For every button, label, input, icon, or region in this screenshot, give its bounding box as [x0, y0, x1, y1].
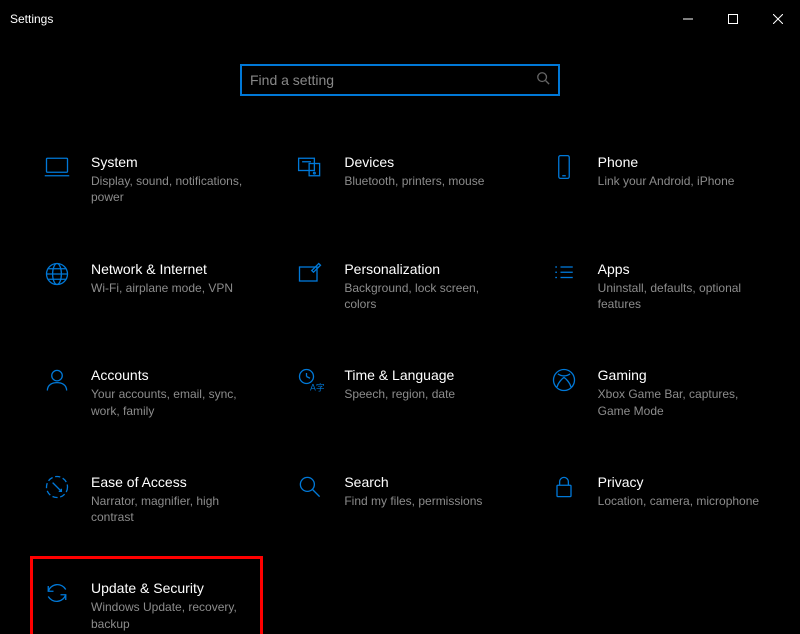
tile-title: Phone	[598, 153, 761, 171]
system-icon	[39, 153, 75, 181]
tile-gaming[interactable]: Gaming Xbox Game Bar, captures, Game Mod…	[537, 359, 770, 426]
search-container	[0, 64, 800, 96]
tile-desc: Location, camera, microphone	[598, 493, 761, 509]
tile-title: Apps	[598, 260, 761, 278]
search-tile-icon	[292, 473, 328, 501]
tile-update-security[interactable]: Update & Security Windows Update, recove…	[30, 556, 263, 634]
tile-desc: Xbox Game Bar, captures, Game Mode	[598, 386, 761, 418]
tile-desc: Narrator, magnifier, high contrast	[91, 493, 254, 525]
tile-desc: Bluetooth, printers, mouse	[344, 173, 507, 189]
tile-title: Accounts	[91, 366, 254, 384]
search-icon	[536, 71, 550, 90]
time-language-icon: A字	[292, 366, 328, 394]
globe-icon	[39, 260, 75, 288]
sync-icon	[39, 579, 75, 607]
tile-title: Search	[344, 473, 507, 491]
tile-title: Personalization	[344, 260, 507, 278]
tile-search[interactable]: Search Find my files, permissions	[283, 466, 516, 533]
tile-title: Network & Internet	[91, 260, 254, 278]
search-input[interactable]	[250, 72, 536, 88]
tile-time-language[interactable]: A字 Time & Language Speech, region, date	[283, 359, 516, 426]
phone-icon	[546, 153, 582, 181]
maximize-button[interactable]	[710, 4, 755, 34]
tile-desc: Link your Android, iPhone	[598, 173, 761, 189]
tile-devices[interactable]: Devices Bluetooth, printers, mouse	[283, 146, 516, 213]
window-title: Settings	[10, 12, 665, 26]
tile-desc: Find my files, permissions	[344, 493, 507, 509]
tile-accounts[interactable]: Accounts Your accounts, email, sync, wor…	[30, 359, 263, 426]
tile-system[interactable]: System Display, sound, notifications, po…	[30, 146, 263, 213]
tile-phone[interactable]: Phone Link your Android, iPhone	[537, 146, 770, 213]
ease-of-access-icon	[39, 473, 75, 501]
tile-desc: Windows Update, recovery, backup	[91, 599, 254, 631]
person-icon	[39, 366, 75, 394]
tile-title: Time & Language	[344, 366, 507, 384]
taskbar-strip	[0, 0, 800, 4]
lock-icon	[546, 473, 582, 501]
tile-title: System	[91, 153, 254, 171]
tile-desc: Speech, region, date	[344, 386, 507, 402]
tile-apps[interactable]: Apps Uninstall, defaults, optional featu…	[537, 253, 770, 320]
tile-title: Ease of Access	[91, 473, 254, 491]
xbox-icon	[546, 366, 582, 394]
tile-desc: Your accounts, email, sync, work, family	[91, 386, 254, 418]
close-button[interactable]	[755, 4, 800, 34]
minimize-button[interactable]	[665, 4, 710, 34]
tile-title: Devices	[344, 153, 507, 171]
tile-privacy[interactable]: Privacy Location, camera, microphone	[537, 466, 770, 533]
tile-personalization[interactable]: Personalization Background, lock screen,…	[283, 253, 516, 320]
devices-icon	[292, 153, 328, 181]
tile-desc: Wi-Fi, airplane mode, VPN	[91, 280, 254, 296]
search-box[interactable]	[240, 64, 560, 96]
tile-ease-of-access[interactable]: Ease of Access Narrator, magnifier, high…	[30, 466, 263, 533]
window-controls	[665, 4, 800, 34]
tile-network[interactable]: Network & Internet Wi-Fi, airplane mode,…	[30, 253, 263, 320]
tile-title: Update & Security	[91, 579, 254, 597]
tile-title: Gaming	[598, 366, 761, 384]
paint-icon	[292, 260, 328, 288]
tile-title: Privacy	[598, 473, 761, 491]
tile-desc: Uninstall, defaults, optional features	[598, 280, 761, 312]
settings-grid: System Display, sound, notifications, po…	[0, 96, 800, 634]
tile-desc: Display, sound, notifications, power	[91, 173, 254, 205]
svg-text:A字: A字	[310, 382, 324, 393]
apps-icon	[546, 260, 582, 288]
title-bar: Settings	[0, 4, 800, 34]
tile-desc: Background, lock screen, colors	[344, 280, 507, 312]
